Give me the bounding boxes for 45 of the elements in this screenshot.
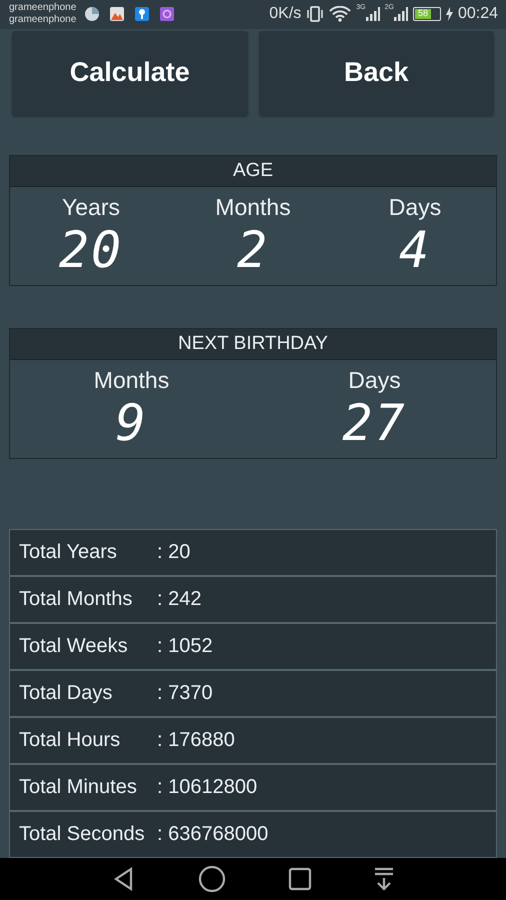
panel-title: AGE bbox=[10, 156, 496, 187]
total-label: Total Days bbox=[19, 682, 114, 705]
charging-icon bbox=[446, 7, 453, 22]
digital-value: 9 bbox=[115, 394, 148, 452]
digital-value: 4 bbox=[398, 220, 432, 279]
total-value: : 242 bbox=[157, 588, 202, 611]
network-speed: 0K/s bbox=[269, 5, 302, 24]
vibrate-icon bbox=[306, 6, 324, 22]
signal-icon bbox=[394, 7, 408, 22]
digital-value: 2 bbox=[236, 220, 270, 279]
field-label: Months bbox=[215, 192, 291, 221]
pie-chart-icon bbox=[84, 6, 100, 22]
carrier-name: grameenphone bbox=[9, 2, 76, 14]
total-value: : 20 bbox=[157, 540, 190, 564]
total-value: : 1052 bbox=[157, 634, 213, 658]
image-app-icon bbox=[109, 6, 126, 22]
total-label: Total Weeks bbox=[19, 634, 129, 658]
ring-app-icon bbox=[159, 6, 176, 22]
action-button[interactable]: Calculate bbox=[12, 30, 248, 115]
digital-value: 27 bbox=[342, 394, 407, 452]
home-icon[interactable] bbox=[198, 864, 226, 893]
panel-title: NEXT BIRTHDAY bbox=[10, 328, 496, 360]
total-label: Total Years bbox=[19, 540, 118, 564]
field-label: Years bbox=[62, 192, 120, 221]
carrier-name: grameenphone bbox=[9, 14, 76, 26]
field-label: Days bbox=[348, 366, 401, 394]
clock-time: 00:24 bbox=[458, 5, 498, 24]
signal-icon bbox=[366, 7, 380, 22]
bulb-app-icon bbox=[134, 6, 150, 22]
total-value: : 176880 bbox=[157, 728, 235, 752]
total-label: Total Minutes bbox=[19, 776, 138, 799]
total-label: Total Seconds bbox=[19, 822, 146, 846]
digital-value: 20 bbox=[58, 220, 124, 279]
total-label: Total Months bbox=[19, 588, 134, 611]
total-value: : 10612800 bbox=[157, 776, 258, 799]
total-label: Total Hours bbox=[19, 728, 122, 752]
battery-level: 58 bbox=[414, 9, 431, 20]
recents-icon[interactable] bbox=[288, 866, 312, 891]
total-value: : 7370 bbox=[157, 682, 213, 705]
notification-pull-icon[interactable] bbox=[373, 866, 396, 892]
field-label: Days bbox=[388, 192, 442, 221]
total-value: : 636768000 bbox=[157, 822, 268, 846]
field-label: Months bbox=[94, 366, 170, 394]
action-button[interactable]: Back bbox=[258, 30, 494, 115]
wifi-icon bbox=[329, 6, 352, 22]
